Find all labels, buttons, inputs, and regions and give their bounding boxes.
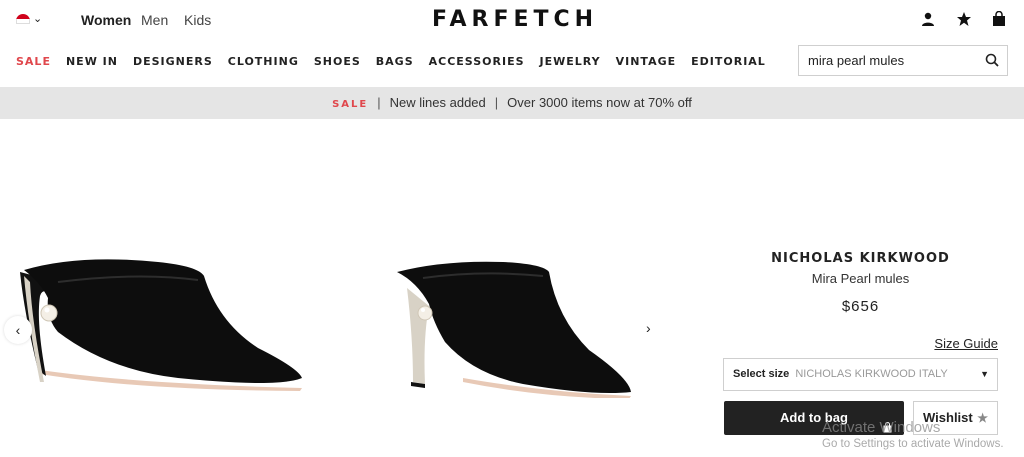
carousel-prev-button[interactable]: ‹ [4, 316, 32, 344]
product-image-side [18, 252, 308, 397]
top-bar: ⌄ Women Men Kids FARFETCH [0, 0, 1024, 42]
banner-text-offer: Over 3000 items now at 70% off [507, 95, 692, 110]
country-flag-icon[interactable] [16, 14, 30, 24]
nav-item-shoes[interactable]: SHOES [314, 55, 361, 68]
tab-kids[interactable]: Kids [184, 12, 211, 28]
size-select[interactable]: Select size NICHOLAS KIRKWOOD ITALY ▼ [723, 358, 998, 391]
banner-separator: | [494, 95, 499, 110]
star-icon[interactable] [956, 11, 972, 27]
promo-banner[interactable]: SALE | New lines added | Over 3000 items now… [0, 87, 1024, 119]
nav-item-vintage[interactable]: VINTAGE [616, 55, 677, 68]
nav-item-new-in[interactable]: NEW IN [66, 55, 118, 68]
nav-item-designers[interactable]: DESIGNERS [133, 55, 213, 68]
search-box [798, 45, 1008, 76]
nav-item-bags[interactable]: BAGS [376, 55, 414, 68]
product-price: $656 [841, 298, 880, 315]
chevron-left-icon: ‹ [15, 322, 21, 338]
user-icon[interactable] [920, 11, 936, 27]
caret-down-icon: ▼ [980, 369, 989, 379]
product-image-angle [393, 258, 638, 403]
product-brand[interactable]: NICHOLAS KIRKWOOD [723, 251, 998, 266]
search-input[interactable] [808, 53, 978, 68]
search-icon[interactable] [985, 53, 999, 72]
windows-watermark-title: Activate Windows [822, 419, 941, 436]
nav-item-sale[interactable]: SALE [16, 55, 51, 68]
banner-text-new-lines: New lines added [389, 95, 486, 110]
size-guide-link[interactable]: Size Guide [934, 336, 998, 351]
nav-item-editorial[interactable]: EDITORIAL [691, 55, 766, 68]
star-icon: ★ [977, 411, 988, 425]
nav-item-accessories[interactable]: ACCESSORIES [429, 55, 525, 68]
nav-item-clothing[interactable]: CLOTHING [228, 55, 299, 68]
main-nav: SALE NEW IN DESIGNERS CLOTHING SHOES BAG… [16, 55, 781, 68]
tab-men[interactable]: Men [141, 12, 168, 28]
chevron-right-icon: › [646, 320, 651, 336]
banner-separator: | [377, 95, 381, 110]
carousel-next-button[interactable]: › [646, 320, 651, 336]
windows-watermark-subtitle: Go to Settings to activate Windows. [822, 438, 1004, 450]
size-select-label: Select size [733, 368, 790, 380]
site-logo[interactable]: FARFETCH [432, 7, 598, 32]
product-name: Mira Pearl mules [811, 271, 910, 286]
bag-icon[interactable] [992, 10, 1008, 27]
tab-women[interactable]: Women [81, 12, 131, 28]
size-select-value: NICHOLAS KIRKWOOD ITALY [795, 368, 948, 380]
banner-sale-label: SALE [332, 99, 369, 110]
chevron-down-icon[interactable]: ⌄ [33, 12, 42, 25]
nav-item-jewelry[interactable]: JEWELRY [540, 55, 601, 68]
